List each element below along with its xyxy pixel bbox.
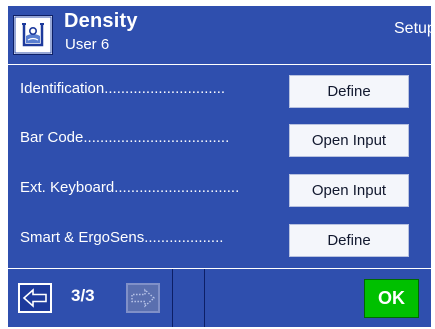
ok-button[interactable]: OK [364, 279, 419, 318]
footer-bar: 3/3 OK [8, 269, 431, 327]
header-bar: Density User 6 Setup [8, 6, 431, 64]
user-label: User 6 [65, 36, 110, 53]
footer-divider [172, 269, 173, 327]
row-bar-code: Bar Code................................… [8, 117, 431, 163]
identification-define-button[interactable]: Define [289, 75, 409, 108]
row-label-ext-keyboard: Ext. Keyboard...........................… [20, 179, 240, 196]
smart-ergosens-define-button[interactable]: Define [289, 224, 409, 257]
terminal-screen: Density User 6 Setup Identification.....… [8, 6, 431, 327]
settings-panel: Identification..........................… [8, 65, 431, 268]
forward-arrow-button[interactable] [126, 283, 160, 313]
row-identification: Identification..........................… [8, 68, 431, 114]
row-label-bar-code: Bar Code................................… [20, 129, 230, 146]
setup-label: Setup [394, 20, 431, 37]
row-smart-ergosens: Smart & ErgoSens................... Defi… [8, 217, 431, 263]
bar-code-open-input-button[interactable]: Open Input [289, 124, 409, 157]
row-label-smart-ergosens: Smart & ErgoSens................... [20, 229, 224, 246]
page-indicator: 3/3 [71, 286, 95, 305]
row-label-identification: Identification..........................… [20, 80, 226, 97]
row-ext-keyboard: Ext. Keyboard...........................… [8, 167, 431, 213]
density-beaker-icon [13, 15, 53, 55]
back-arrow-button[interactable] [18, 283, 52, 313]
arrow-left-icon [22, 288, 47, 308]
footer-divider [204, 269, 205, 327]
ext-keyboard-open-input-button[interactable]: Open Input [289, 174, 409, 207]
arrow-right-icon [131, 288, 156, 308]
app-title: Density [64, 10, 138, 32]
